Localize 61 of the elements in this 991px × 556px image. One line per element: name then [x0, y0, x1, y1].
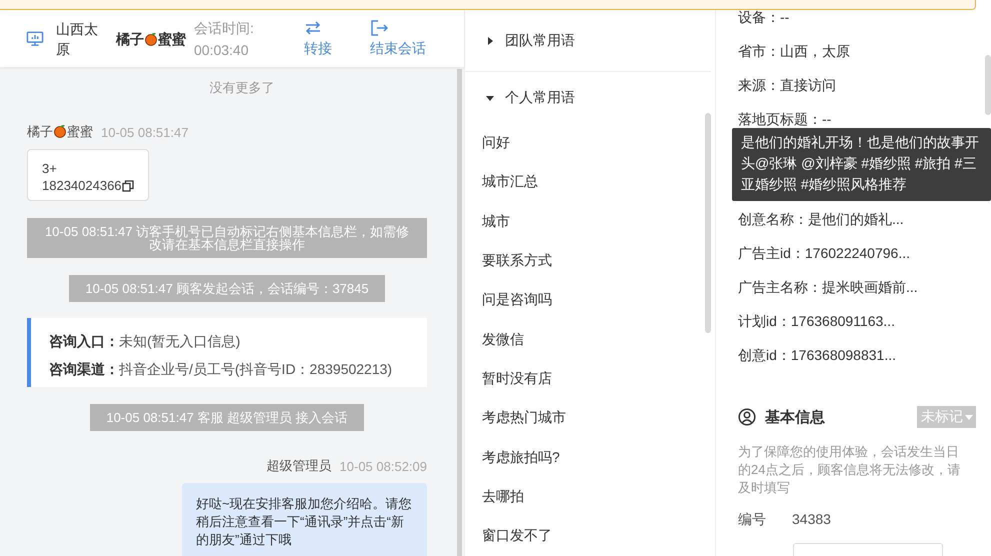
info-row-text: 来源：直接访问: [738, 76, 836, 95]
visitor-location: 山西太原: [56, 20, 99, 58]
system-notice: 10-05 08:51:47 客服 超级管理员 接入会话: [90, 404, 364, 431]
phrase-item[interactable]: 问是咨询吗: [465, 280, 552, 320]
info-row-text: 设备：--: [738, 8, 790, 27]
visitor-name: 橘子 蜜蜜: [116, 32, 186, 46]
info-row-text: 广告主id：176022240796...: [738, 244, 910, 263]
phrase-item[interactable]: 城市汇总: [465, 162, 538, 202]
tooltip: 是他们的婚礼开场！也是他们的故事开头@张琳 @刘梓豪 #婚纱照 #旅拍 #三亚婚纱照 #婚纱照风格推荐: [732, 128, 991, 201]
field-value: 34383: [792, 511, 831, 529]
caret-icon: [965, 414, 973, 420]
field-value: 未知(暂无入口信息): [119, 333, 240, 349]
message-time: 10-05 08:51:47: [101, 124, 188, 140]
fruit-icon: [144, 32, 158, 46]
user-icon: [738, 408, 756, 426]
message-text: 3+: [42, 160, 58, 177]
fruit-icon: [53, 124, 67, 138]
phrase-group[interactable]: 个人常用语: [465, 72, 711, 124]
phrase-item[interactable]: 发微信: [465, 320, 524, 360]
field-label: 咨询渠道：: [49, 361, 119, 377]
field-value: 抖音企业号/员工号(抖音号ID：2839502213): [119, 361, 392, 377]
transfer-button[interactable]: 转接: [304, 20, 332, 58]
monitor-icon: [26, 30, 44, 46]
session-label: 会话时间:: [194, 18, 255, 38]
field-label: 咨询入口：: [49, 333, 119, 349]
phrase-item[interactable]: 去哪拍: [465, 477, 524, 517]
sender-name: 超级管理员: [266, 457, 332, 475]
phrase-item[interactable]: 要联系方式: [465, 241, 552, 281]
phrase-group[interactable]: 团队常用语: [465, 10, 711, 72]
info-row-text: 创意名称：是他们的婚礼...: [738, 210, 904, 229]
info-row-text: 创意id：176368098831...: [738, 346, 896, 365]
phrase-item[interactable]: 问好: [465, 123, 510, 162]
input-field[interactable]: [793, 543, 943, 556]
scrollbar[interactable]: [985, 55, 991, 115]
message-bubble: 好哒~现在安排客服加您介绍哈。请您稍后注意查看一下“通讯录”并点击“新的朋友”通过下哦: [182, 483, 427, 556]
phone-number: 18234024366: [42, 177, 122, 194]
phrase-item[interactable]: 城市: [465, 202, 510, 242]
info-row-text: 广告主名称：提米映画婚前...: [738, 278, 918, 297]
caret-right-icon: [485, 36, 495, 46]
swap-arrows-icon: [304, 20, 322, 36]
scrollbar[interactable]: [705, 113, 711, 333]
info-row-text: 落地页标题：--: [738, 110, 832, 129]
phrase-item[interactable]: 暂时没有店: [465, 359, 552, 399]
phrase-item[interactable]: 考虑热门城市: [465, 398, 566, 438]
phrase-item[interactable]: 窗口发不了: [465, 516, 552, 556]
no-more-notice: 没有更多了: [210, 79, 274, 97]
sender-name: 橘子 蜜蜜: [27, 123, 93, 141]
message-time: 10-05 08:52:09: [340, 458, 427, 474]
session-time: 00:03:40: [194, 40, 250, 60]
phrase-item[interactable]: 考虑旅拍吗?: [465, 438, 560, 478]
info-row-text: 省市：山西，太原: [738, 42, 850, 61]
system-notice: 10-05 08:51:47 顾客发起会话，会话编号：37845: [69, 275, 385, 302]
section-title: 基本信息: [765, 408, 826, 426]
scrollbar[interactable]: [457, 69, 462, 556]
info-row-text: 计划id：176368091163...: [738, 312, 895, 331]
end-session-button[interactable]: 结束会话: [370, 20, 426, 58]
system-notice: 10-05 08:51:47 访客手机号已自动标记右侧基本信息栏，如需修改请在基本信息栏直接操作: [27, 218, 427, 258]
field-label: 编号: [738, 511, 766, 529]
exit-icon: [370, 20, 388, 36]
notice-text: 为了保障您的使用体验，会话发生当日的24点之后，顾客信息将无法修改，请及时填写: [738, 443, 962, 497]
copy-icon[interactable]: [122, 180, 134, 192]
